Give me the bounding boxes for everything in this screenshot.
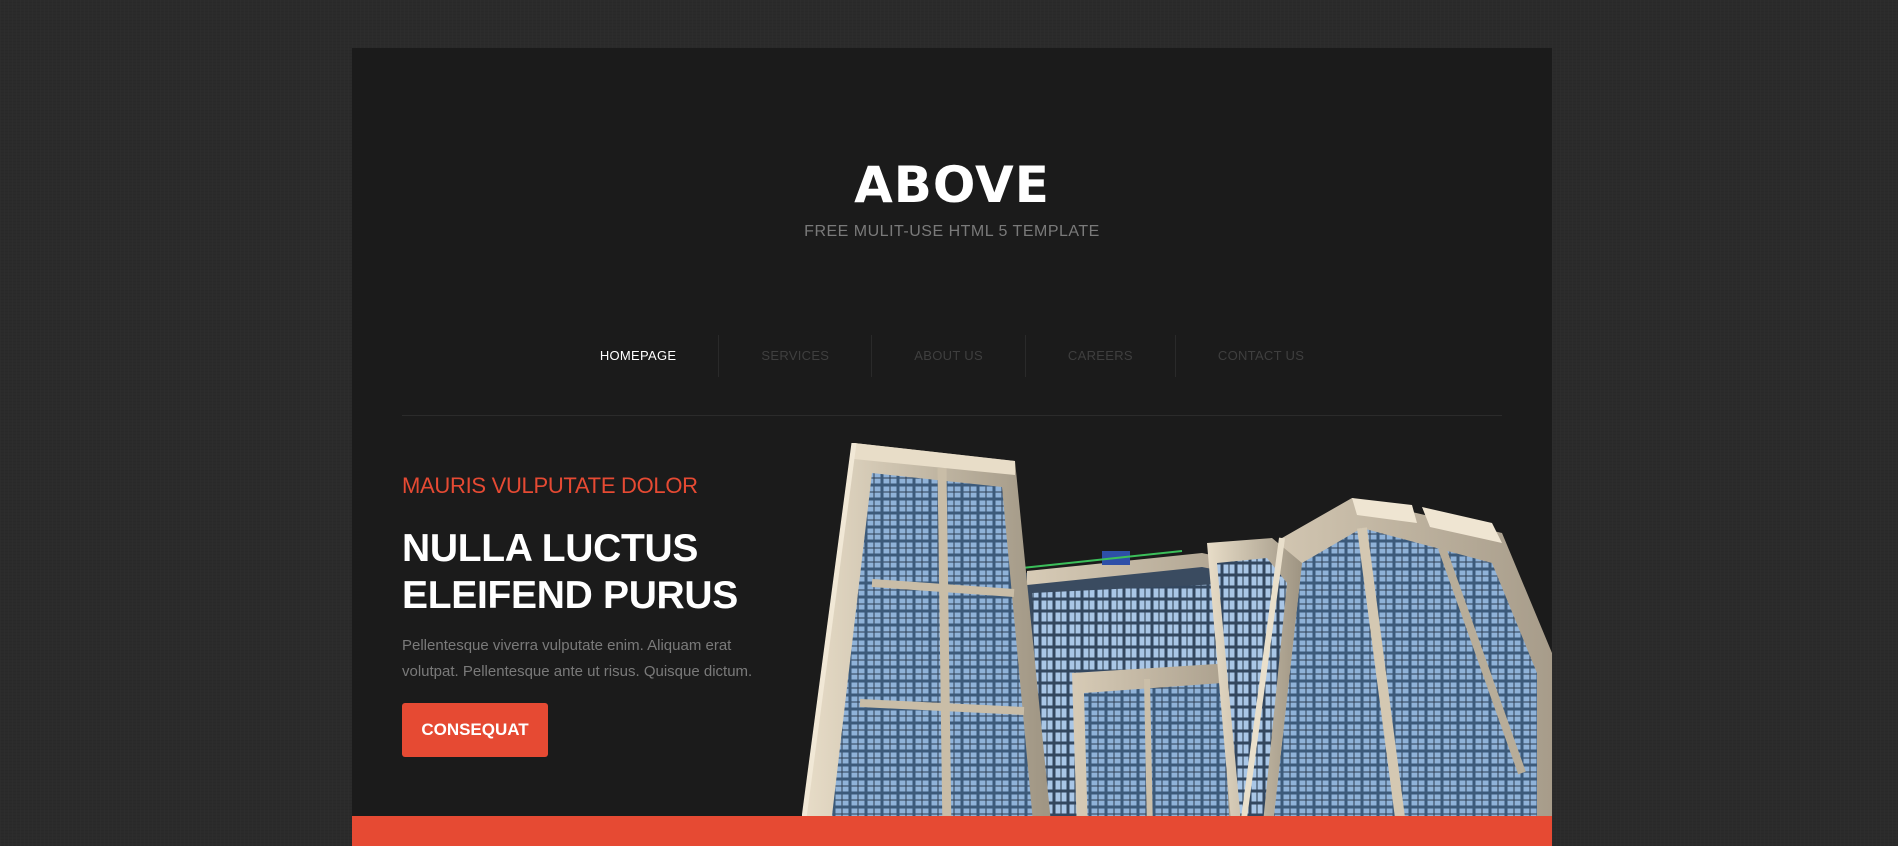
site-header: ABOVE FREE MULIT-USE HTML 5 TEMPLATE bbox=[352, 158, 1552, 241]
site-tagline: FREE MULIT-USE HTML 5 TEMPLATE bbox=[804, 223, 1100, 240]
page-container: ABOVE FREE MULIT-USE HTML 5 TEMPLATE HOM… bbox=[352, 48, 1552, 846]
hero-headline-line-2: ELEIFEND PURUS bbox=[402, 574, 739, 617]
nav-item-services[interactable]: SERVICES bbox=[718, 335, 871, 377]
nav-item-homepage[interactable]: HOMEPAGE bbox=[558, 335, 719, 377]
site-title[interactable]: ABOVE bbox=[352, 158, 1552, 213]
nav-item-contact-us[interactable]: CONTACT US bbox=[1174, 335, 1346, 377]
hero-body-line-1: Pellentesque viverra vulputate enim. Ali… bbox=[402, 637, 732, 654]
nav-item-about-us[interactable]: ABOUT US bbox=[871, 335, 1025, 377]
footer-accent-bar bbox=[352, 816, 1552, 846]
hero-headline: NULLA LUCTUS ELEIFEND PURUS bbox=[402, 525, 822, 619]
nav-item-careers[interactable]: CAREERS bbox=[1024, 335, 1175, 377]
main-nav: HOMEPAGE SERVICES ABOUT US CAREERS CONTA… bbox=[352, 335, 1552, 377]
hero-eyebrow: MAURIS VULPUTATE DOLOR bbox=[402, 473, 698, 498]
hero-body-line-2: volutpat. Pellentesque ante ut risus. Qu… bbox=[402, 663, 753, 680]
hero-text: MAURIS VULPUTATE DOLOR NULLA LUCTUS ELEI… bbox=[402, 473, 822, 685]
hero-headline-line-1: NULLA LUCTUS bbox=[402, 527, 699, 570]
consequat-button[interactable]: CONSEQUAT bbox=[402, 703, 548, 757]
skyscraper-image bbox=[802, 443, 1552, 833]
hero-body: Pellentesque viverra vulputate enim. Ali… bbox=[402, 633, 822, 685]
nav-divider bbox=[402, 415, 1502, 416]
